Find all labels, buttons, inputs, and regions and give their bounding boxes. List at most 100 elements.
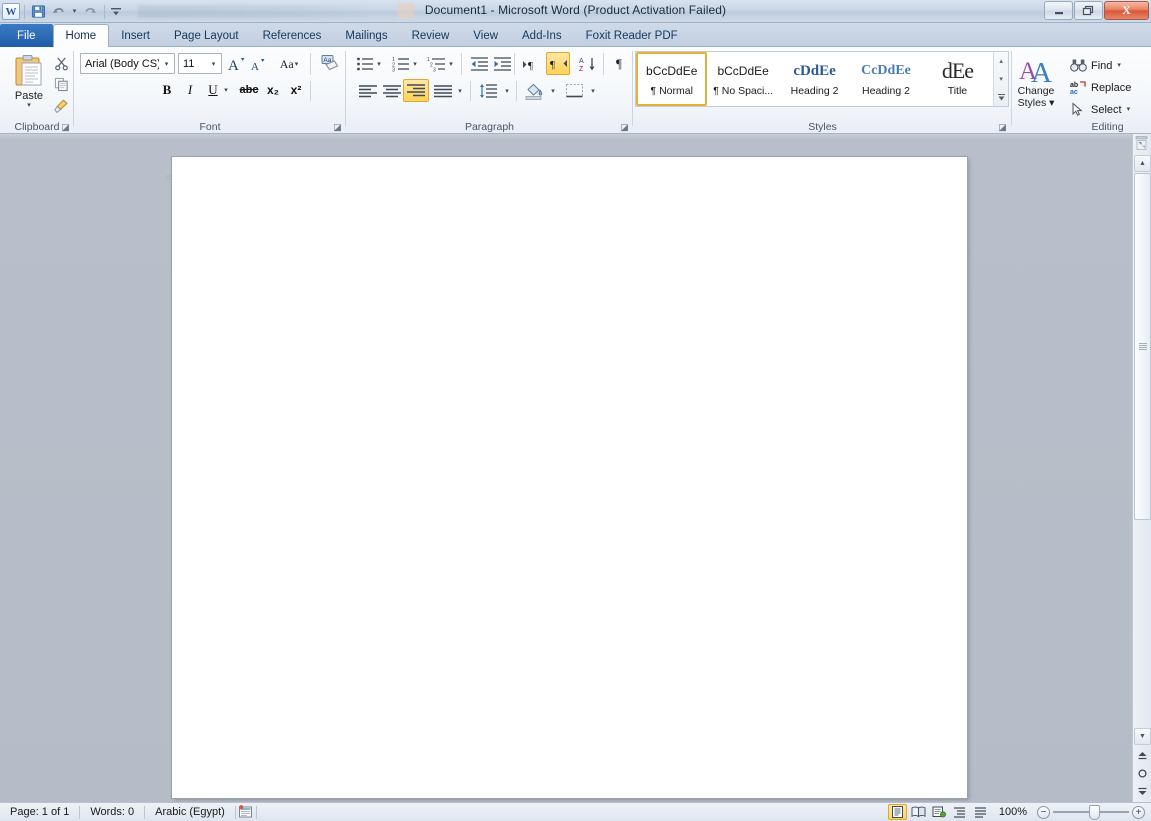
align-left-button[interactable] (355, 80, 381, 102)
tab-foxit-reader-pdf[interactable]: Foxit Reader PDF (574, 24, 690, 47)
zoom-slider-thumb[interactable] (1089, 804, 1100, 820)
chevron-down-icon[interactable]: ▾ (206, 60, 221, 68)
document-area[interactable] (0, 134, 1132, 802)
tab-insert[interactable]: Insert (109, 24, 162, 47)
justify-dropdown[interactable]: ▾ (454, 80, 465, 102)
style-item-normal[interactable]: bCcDdEe ¶ Normal (636, 52, 708, 106)
font-dialog-launcher[interactable]: ◪ (332, 121, 343, 132)
rtl-text-direction-button[interactable]: ¶ (546, 52, 570, 75)
zoom-out-button[interactable]: − (1037, 805, 1050, 819)
line-spacing-dropdown[interactable]: ▾ (501, 80, 512, 102)
clear-formatting-button[interactable]: Aa (318, 52, 342, 74)
align-center-button[interactable] (379, 80, 405, 102)
style-item-no-spacing[interactable]: bCcDdEe ¶ No Spaci... (707, 52, 778, 106)
page-count-status[interactable]: Page: 1 of 1 (0, 806, 79, 818)
print-layout-view-button[interactable] (887, 804, 907, 820)
styles-scrollbar[interactable]: ▴ ▾ (993, 52, 1009, 106)
select-button[interactable]: Select ▾ (1068, 99, 1148, 120)
copy-button[interactable] (50, 74, 72, 95)
increase-indent-button[interactable] (491, 53, 513, 75)
change-case-label: Aa (279, 56, 294, 71)
shading-dropdown[interactable]: ▾ (547, 80, 558, 102)
change-styles-button[interactable]: A A Change Styles ▾ (1012, 51, 1060, 121)
minimize-button[interactable] (1044, 1, 1073, 20)
previous-page-button[interactable] (1134, 747, 1151, 764)
justify-button[interactable] (430, 80, 456, 102)
style-item-title[interactable]: dEe Title (922, 52, 993, 106)
borders-dropdown[interactable]: ▾ (587, 80, 598, 102)
paragraph-dialog-launcher[interactable]: ◪ (619, 121, 630, 132)
select-dropdown-arrow[interactable]: ▾ (1127, 106, 1131, 113)
clipboard-dialog-launcher[interactable]: ◪ (60, 121, 71, 132)
underline-dropdown[interactable]: ▾ (220, 79, 231, 101)
chevron-down-icon[interactable]: ▾ (159, 60, 174, 68)
tab-references[interactable]: References (251, 24, 334, 47)
scroll-up-button[interactable]: ▲ (1134, 155, 1151, 172)
tab-mailings[interactable]: Mailings (333, 24, 399, 47)
show-formatting-marks-button[interactable]: ¶ (608, 53, 630, 75)
word-count-status[interactable]: Words: 0 (80, 806, 144, 818)
restore-button[interactable] (1074, 1, 1103, 20)
styles-scroll-up[interactable]: ▴ (994, 52, 1008, 70)
borders-button[interactable] (562, 80, 586, 102)
language-status[interactable]: Arabic (Egypt) (145, 806, 235, 818)
next-page-button[interactable] (1134, 783, 1151, 800)
web-layout-view-button[interactable] (930, 804, 949, 820)
multilevel-dropdown[interactable]: ▾ (445, 53, 456, 75)
decrease-indent-button[interactable] (468, 53, 490, 75)
tab-add-ins[interactable]: Add-Ins (510, 24, 574, 47)
replace-button[interactable]: ab ac Replace (1068, 77, 1148, 98)
scroll-down-button[interactable]: ▼ (1134, 728, 1151, 745)
proofing-status-icon[interactable] (236, 805, 256, 819)
find-dropdown-arrow[interactable]: ▾ (1117, 62, 1121, 69)
browse-object-button[interactable] (1134, 765, 1151, 782)
tab-file[interactable]: File (0, 24, 53, 47)
zoom-in-button[interactable]: + (1132, 805, 1145, 819)
grow-font-button[interactable]: A (226, 53, 248, 75)
vertical-scrollbar[interactable]: ▲ ▼ (1132, 134, 1151, 802)
styles-more-button[interactable] (994, 88, 1008, 106)
align-right-button[interactable] (403, 79, 429, 102)
outline-view-button[interactable] (951, 804, 970, 820)
font-name-input[interactable]: Arial (Body CS) ▾ (80, 53, 175, 74)
tab-page-layout[interactable]: Page Layout (162, 24, 251, 47)
scrollbar-thumb[interactable] (1134, 173, 1151, 520)
draft-view-button[interactable] (972, 804, 991, 820)
bold-button[interactable]: B (156, 79, 178, 101)
full-screen-reading-view-button[interactable] (909, 804, 928, 820)
change-case-button[interactable]: Aa ▾ (274, 53, 304, 75)
style-item-heading-1[interactable]: cDdEe Heading 2 (779, 52, 850, 106)
close-button[interactable]: X (1104, 1, 1149, 20)
format-painter-button[interactable] (50, 95, 72, 116)
replace-icon: ab ac (1070, 81, 1086, 95)
clipboard-small-buttons (50, 53, 72, 116)
font-size-input[interactable]: 11 ▾ (178, 53, 222, 74)
zoom-level-label[interactable]: 100% (993, 806, 1035, 818)
strikethrough-button[interactable]: abc (238, 79, 260, 101)
subscript-button[interactable]: x₂ (262, 79, 284, 101)
bullets-dropdown[interactable]: ▾ (373, 53, 384, 75)
view-ruler-button[interactable] (1134, 135, 1151, 152)
line-spacing-button[interactable] (476, 80, 500, 102)
style-item-heading-2[interactable]: CcDdEe Heading 2 (850, 52, 921, 106)
shading-button[interactable] (522, 80, 546, 102)
tab-view[interactable]: View (461, 24, 510, 47)
chevron-down-icon[interactable]: ▾ (295, 61, 299, 68)
numbering-dropdown[interactable]: ▾ (409, 53, 420, 75)
styles-scroll-down[interactable]: ▾ (994, 70, 1008, 88)
ltr-text-direction-button[interactable]: ¶ (520, 53, 544, 75)
rtl-paragraph-icon: ¶ (550, 59, 567, 71)
superscript-button[interactable]: x² (285, 79, 307, 101)
find-button[interactable]: Find ▾ (1068, 55, 1148, 76)
styles-dialog-launcher[interactable]: ◪ (997, 121, 1008, 132)
document-page[interactable] (172, 157, 967, 798)
sort-button[interactable]: A Z (576, 53, 600, 75)
replace-label: Replace (1091, 81, 1132, 94)
tab-home[interactable]: Home (52, 24, 110, 48)
cut-button[interactable] (50, 53, 72, 74)
shrink-font-button[interactable]: A (248, 53, 270, 75)
italic-button[interactable]: I (179, 79, 201, 101)
tab-review[interactable]: Review (400, 24, 462, 47)
paste-button[interactable]: Paste ▾ (8, 51, 50, 121)
zoom-slider[interactable]: − + (1037, 804, 1145, 820)
